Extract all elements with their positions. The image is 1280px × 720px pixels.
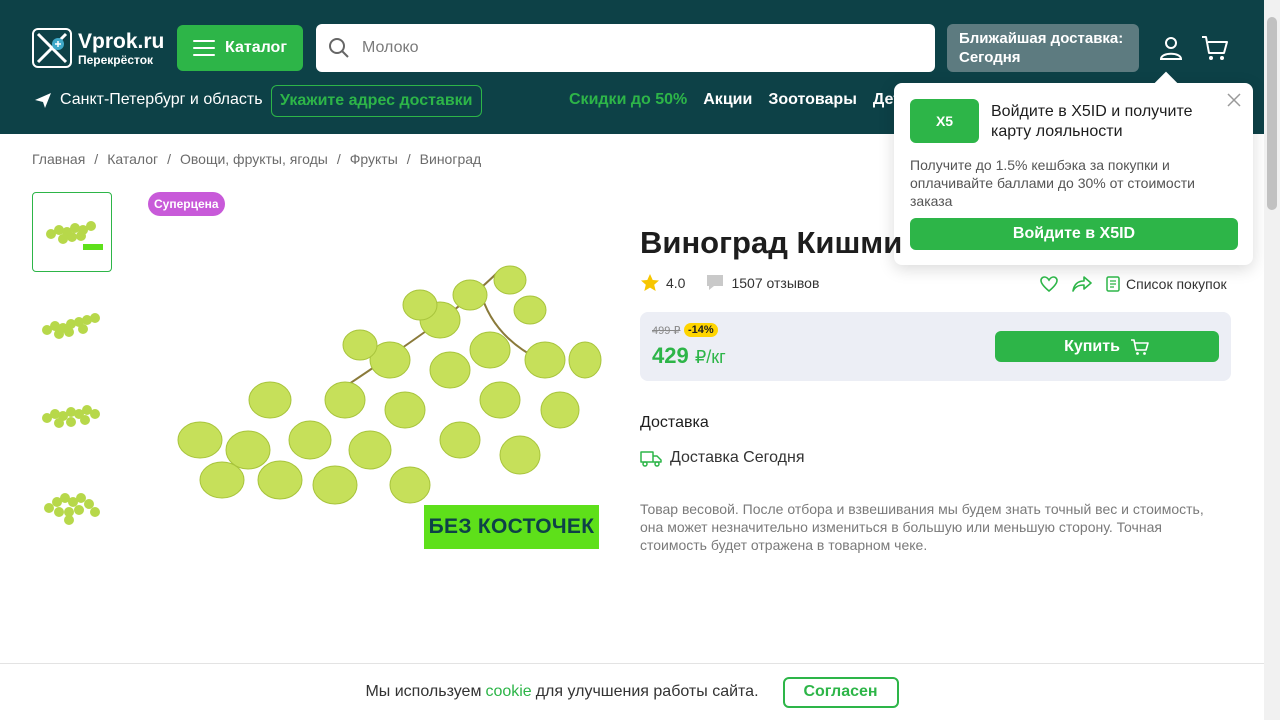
logo-subtitle: Перекрёсток (78, 52, 154, 67)
logo-icon (32, 28, 72, 68)
heart-icon[interactable] (1040, 276, 1058, 292)
shopping-list-button[interactable]: Список покупок (1106, 276, 1227, 292)
cart-icon[interactable] (1200, 34, 1230, 62)
delivery-info: Доставка Сегодня (640, 449, 804, 467)
popup-text: Получите до 1.5% кешбэка за покупки и оп… (910, 157, 1195, 209)
thumbnail[interactable] (32, 468, 112, 548)
page: Vprok.ru Перекрёсток Каталог Ближайшая д… (0, 0, 1280, 720)
location-arrow-icon (35, 93, 51, 108)
catalog-label: Каталог (225, 39, 287, 56)
price-value: 429 (652, 343, 689, 368)
nav-item-pets[interactable]: Зоотовары (768, 91, 857, 109)
product-actions: Список покупок (1040, 276, 1227, 292)
old-price: 499 ₽ (652, 325, 681, 337)
popup-title: Войдите в X5ID и получите карту лояльнос… (991, 103, 1193, 140)
cookie-accept-button[interactable]: Согласен (782, 676, 899, 708)
site-logo[interactable]: Vprok.ru Перекрёсток (32, 28, 164, 68)
menu-icon (193, 40, 215, 56)
rating-block: 4.0 1507 отзывов (640, 273, 819, 293)
breadcrumb-item[interactable]: Овощи, фрукты, ягоды (180, 151, 328, 167)
reviews-link[interactable]: 1507 отзывов (705, 274, 819, 292)
x5-logo: X5 (910, 99, 979, 143)
seedless-label: БЕЗ КОСТОЧЕК (424, 505, 599, 549)
current-price: 429 ₽/кг (652, 343, 726, 369)
grape-thumbnail-image (46, 221, 103, 250)
delivery-truck-icon (640, 451, 662, 467)
star-icon (641, 274, 659, 291)
address-button[interactable]: Укажите адрес доставки (271, 85, 482, 117)
superprice-badge: Суперцена (148, 192, 225, 216)
breadcrumb-item[interactable]: Виноград (420, 151, 482, 167)
delivery-heading: Доставка (640, 414, 709, 431)
cart-icon (1130, 338, 1149, 355)
nav-item-discounts[interactable]: Скидки до 50% (569, 91, 687, 109)
breadcrumb-item[interactable]: Фрукты (350, 151, 398, 167)
search-icon (329, 38, 349, 58)
region-selector[interactable]: Санкт-Петербург и область (34, 91, 263, 109)
breadcrumb-item[interactable]: Каталог (107, 151, 158, 167)
scrollbar-thumb[interactable] (1267, 17, 1277, 210)
buy-button[interactable]: Купить (995, 331, 1219, 362)
breadcrumb-item[interactable]: Главная (32, 151, 85, 167)
cookie-link[interactable]: cookie (485, 683, 531, 701)
discount-badge: -14% (684, 323, 718, 337)
grape-product-image (177, 265, 602, 505)
cookie-banner: Мы используем cookie для улучшения работ… (0, 663, 1264, 720)
logo-title: Vprok.ru (78, 29, 165, 53)
weight-note: Товар весовой. После отбора и взвешивани… (640, 501, 1204, 553)
region-label: Санкт-Петербург и область (60, 91, 263, 108)
price-unit: ₽/кг (694, 347, 726, 367)
delivery-pill-line1: Ближайшая доставка: (959, 30, 1124, 47)
rating-value: 4.0 (666, 275, 686, 291)
search-input[interactable] (362, 39, 902, 57)
nearest-delivery-button[interactable]: Ближайшая доставка: Сегодня (947, 24, 1139, 72)
top-nav: Скидки до 50% Акции Зоотовары Детс (569, 91, 910, 109)
breadcrumb: Главная / Каталог / Овощи, фрукты, ягоды / … (32, 151, 482, 167)
nav-item-promos[interactable]: Акции (703, 91, 752, 109)
x5-logo-text: X5 (935, 113, 954, 129)
share-icon[interactable] (1072, 276, 1092, 292)
delivery-text: Доставка Сегодня (670, 449, 805, 466)
catalog-button[interactable]: Каталог (177, 25, 303, 71)
search-bar[interactable] (316, 24, 935, 72)
cookie-text-before: Мы используем (365, 683, 482, 700)
buy-label: Купить (1064, 337, 1120, 355)
scrollbar[interactable] (1264, 0, 1280, 720)
reviews-count: 1507 отзывов (731, 275, 820, 291)
user-icon[interactable] (1158, 35, 1184, 61)
cookie-text-after: для улучшения работы сайта. (535, 683, 759, 700)
delivery-pill-line2: Сегодня (959, 49, 1021, 66)
grape-thumbnail-image (44, 493, 100, 525)
grape-thumbnail-image (42, 405, 100, 428)
thumbnail[interactable] (32, 376, 112, 456)
thumbnail[interactable] (32, 284, 112, 364)
comment-icon (707, 275, 724, 290)
grape-thumbnail-image (42, 313, 100, 339)
thumbnail[interactable] (32, 192, 112, 272)
x5id-login-button[interactable]: Войдите в X5ID (910, 218, 1238, 250)
price-box: 499 ₽ -14% 429 ₽/кг Купить (640, 312, 1231, 381)
x5id-popup: X5 Войдите в X5ID и получите карту лояль… (894, 71, 1253, 265)
shopping-list-label: Список покупок (1126, 276, 1227, 292)
list-icon (1106, 276, 1120, 292)
close-icon[interactable] (1227, 93, 1241, 107)
product-title: Виноград Кишми (640, 225, 903, 260)
